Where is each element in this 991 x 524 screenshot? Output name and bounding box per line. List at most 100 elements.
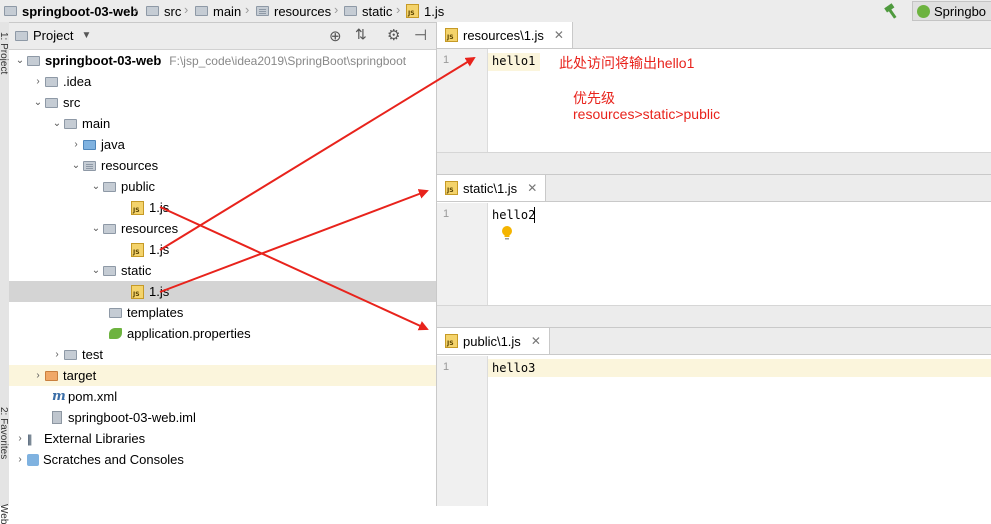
run-configuration-selector[interactable]: Springbo [912, 1, 991, 21]
tree-item-target[interactable]: › target [9, 365, 458, 386]
tree-item-java[interactable]: › java [9, 134, 496, 155]
locate-icon[interactable]: ⊕ [329, 27, 342, 45]
annotation-output-note: 此处访问将输出hello1 [559, 55, 695, 71]
chevron-down-icon[interactable]: ⌄ [31, 97, 45, 108]
tree-item-src[interactable]: ⌄ src [9, 92, 458, 113]
run-configuration-label: Springbo [934, 3, 987, 19]
tree-item-label: resources [101, 158, 159, 173]
chevron-right-icon[interactable]: › [50, 349, 64, 360]
editor-tab[interactable]: JS resources\1.js ✕ [437, 22, 573, 48]
close-icon[interactable]: ✕ [531, 334, 541, 348]
source-folder-icon [83, 139, 96, 150]
scratches-icon [27, 453, 39, 466]
module-folder-icon [4, 6, 17, 16]
tree-item-project-root[interactable]: ⌄ springboot-03-web F:\jsp_code\idea2019… [9, 50, 440, 71]
breadcrumb-static[interactable]: static [344, 3, 392, 19]
maven-icon: m [52, 389, 66, 404]
line-number: 1 [443, 361, 450, 373]
chevron-right-icon: › [184, 2, 189, 17]
tree-item-test[interactable]: › test [9, 344, 477, 365]
chevron-right-icon: › [334, 2, 339, 17]
chevron-down-icon[interactable]: ⌄ [89, 265, 103, 276]
chevron-down-icon[interactable]: ⌄ [69, 160, 83, 171]
line-number: 1 [443, 208, 450, 220]
chevron-right-icon[interactable]: › [13, 454, 27, 465]
code-area[interactable]: hello1 此处访问将输出hello1 优先级 resources>stati… [488, 49, 991, 152]
folder-icon [103, 181, 116, 192]
breadcrumb-label: static [362, 3, 393, 19]
tree-item-label: target [63, 368, 97, 383]
editor-gutter: 1 [437, 49, 488, 152]
tree-item-label: main [82, 116, 111, 131]
code-area[interactable]: hello3 [488, 356, 991, 506]
line-number: 1 [443, 54, 450, 66]
chevron-down-icon[interactable]: ⌄ [13, 55, 27, 66]
tree-item-idea[interactable]: › .idea [9, 71, 458, 92]
tree-item-scratches[interactable]: › Scratches and Consoles [9, 449, 440, 470]
editor-horizontal-scrollbar[interactable] [437, 152, 991, 175]
hammer-icon[interactable] [882, 2, 902, 20]
collapse-all-icon[interactable]: ⇅ [355, 26, 367, 43]
tree-item-pom[interactable]: m pom.xml [9, 386, 479, 407]
breadcrumb-src[interactable]: src [146, 3, 181, 19]
chevron-down-icon[interactable]: ⌄ [89, 181, 103, 192]
breadcrumb-project[interactable]: springboot-03-web [4, 3, 138, 19]
chevron-right-icon[interactable]: › [69, 139, 83, 150]
editor-public-js: JS public\1.js ✕ 1 hello3 [437, 327, 991, 506]
breadcrumb-file[interactable]: JS 1.js [406, 3, 444, 19]
code-line: hello1 [492, 54, 536, 68]
code-area[interactable]: hello2 [488, 203, 991, 305]
hide-icon[interactable]: ⊣ [414, 26, 427, 44]
folder-icon [344, 6, 357, 16]
tree-item-path: F:\jsp_code\idea2019\SpringBoot\springbo… [169, 53, 407, 68]
close-icon[interactable]: ✕ [554, 28, 564, 42]
tree-item-label: 1.js [149, 200, 170, 215]
editor-tab-label: static\1.js [463, 180, 518, 196]
js-file-icon: JS [445, 181, 458, 195]
tree-item-resources[interactable]: ⌄ resources [9, 155, 496, 176]
tree-item-main[interactable]: ⌄ main [9, 113, 477, 134]
project-view-selector[interactable]: Project ▼ [15, 28, 91, 43]
chevron-right-icon: › [245, 2, 250, 17]
tree-item-label: 1.js [149, 242, 170, 257]
folder-icon [64, 118, 77, 129]
tree-item-label: application.properties [127, 326, 251, 341]
breadcrumb-main[interactable]: main [195, 3, 241, 19]
breadcrumb-resources[interactable]: resources [256, 3, 331, 19]
editor-tab[interactable]: JS public\1.js ✕ [437, 328, 550, 354]
editor-horizontal-scrollbar[interactable] [437, 305, 991, 328]
chevron-down-icon[interactable]: ⌄ [50, 118, 64, 129]
editor-tab-bar: JS static\1.js ✕ [437, 174, 991, 202]
chevron-right-icon[interactable]: › [31, 370, 45, 381]
folder-icon [109, 307, 122, 318]
web-tool-tab[interactable]: Web [0, 504, 9, 524]
favorites-tool-tab[interactable]: 2: Favorites [0, 407, 9, 459]
chevron-right-icon[interactable]: › [13, 433, 27, 444]
project-panel-title: Project [33, 28, 74, 43]
editor-tab-label: resources\1.js [463, 27, 544, 43]
editor-tab[interactable]: JS static\1.js ✕ [437, 175, 547, 201]
spring-properties-icon [109, 328, 122, 339]
gear-icon[interactable]: ⚙ [387, 26, 400, 44]
lightbulb-icon[interactable] [500, 225, 514, 241]
tree-item-label: test [82, 347, 103, 362]
js-file-icon: JS [445, 28, 458, 42]
tree-item-iml[interactable]: springboot-03-web.iml [9, 407, 479, 428]
tree-item-label: java [101, 137, 125, 152]
editor-tab-bar: JS public\1.js ✕ [437, 327, 991, 355]
chevron-right-icon[interactable]: › [31, 76, 45, 87]
code-line: hello2 [492, 208, 536, 222]
folder-icon [146, 6, 159, 16]
tree-item-label: .idea [63, 74, 92, 89]
js-file-icon: JS [445, 334, 458, 348]
close-icon[interactable]: ✕ [527, 181, 537, 195]
chevron-down-icon[interactable]: ⌄ [89, 223, 103, 234]
navigation-breadcrumb: springboot-03-web › src › main › resourc… [0, 0, 991, 23]
project-view-icon [15, 30, 28, 41]
folder-icon [195, 6, 208, 16]
excluded-folder-icon [45, 370, 58, 381]
project-tree: ⌄ springboot-03-web F:\jsp_code\idea2019… [9, 50, 558, 506]
project-tool-tab[interactable]: 1: Project [0, 32, 9, 74]
folder-icon [45, 97, 58, 108]
tree-item-external-libraries[interactable]: › ||| External Libraries [9, 428, 440, 449]
